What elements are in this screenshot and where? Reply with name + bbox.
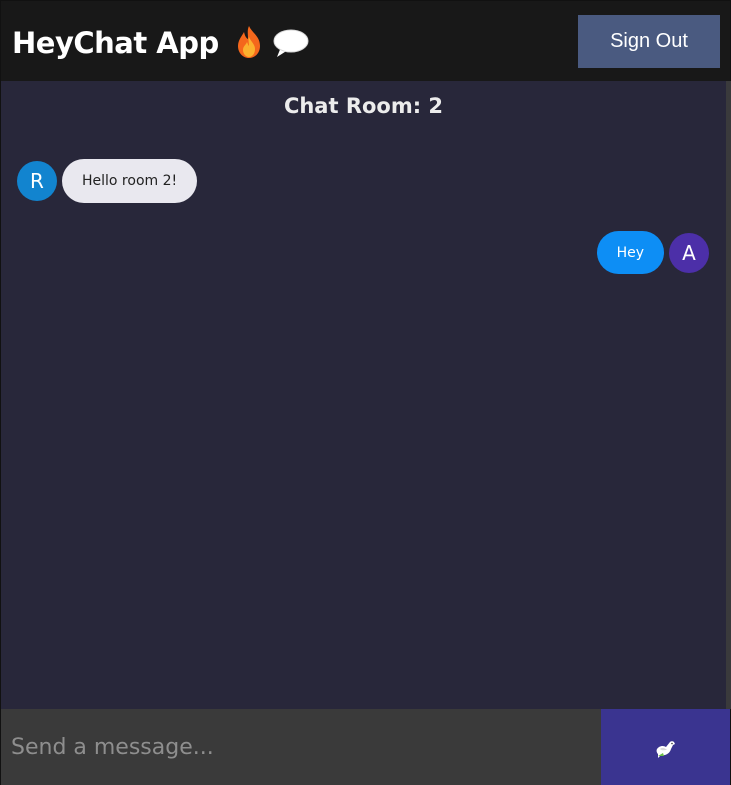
send-button[interactable] — [601, 709, 730, 785]
speech-bubble-icon — [273, 29, 309, 59]
message-received: R Hello room 2! — [17, 159, 198, 203]
chat-app: HeyChat App Sign Out Chat Room: 2 R Hell… — [0, 0, 731, 785]
app-title: HeyChat App — [12, 26, 219, 60]
message-composer — [1, 709, 730, 785]
app-header: HeyChat App Sign Out — [1, 1, 730, 81]
message-bubble: Hello room 2! — [62, 159, 198, 203]
sign-out-button[interactable]: Sign Out — [578, 15, 720, 68]
message-bubble: Hey — [596, 231, 664, 274]
avatar: R — [17, 161, 57, 201]
avatar: A — [669, 232, 709, 273]
brand: HeyChat App — [12, 22, 309, 64]
message-input[interactable] — [1, 709, 601, 785]
scrollbar[interactable] — [726, 81, 731, 709]
room-title: Chat Room: 2 — [283, 94, 444, 118]
dove-icon — [654, 737, 678, 761]
flame-icon — [235, 25, 263, 59]
message-sent: Hey A — [596, 231, 709, 274]
